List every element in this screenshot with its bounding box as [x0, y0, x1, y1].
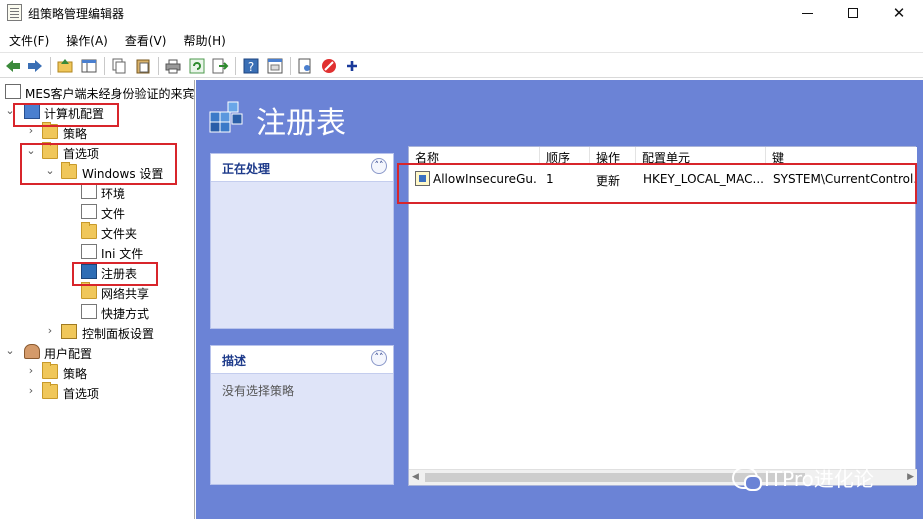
chevron-down-icon[interactable]: ⌄: [5, 345, 15, 357]
gpo-document-icon: [5, 84, 21, 99]
highlight-box: [13, 103, 119, 127]
folders-icon: [81, 222, 97, 239]
menu-action[interactable]: 操作(A): [57, 27, 116, 51]
tree-item-label: 网络共享: [101, 287, 150, 301]
close-icon: ✕: [892, 4, 906, 22]
stop-icon[interactable]: [320, 57, 338, 75]
tree-item-label: 文件: [101, 207, 126, 221]
tree-item-label: 策略: [63, 127, 88, 141]
folder-icon: [42, 382, 58, 399]
maximize-icon: [848, 8, 858, 18]
panel-header: 描述 ˄˄: [211, 346, 393, 374]
registry-items-list: 名称 顺序 操作 配置单元 键 AllowInsecureGu... 1 更新 …: [397, 146, 917, 486]
svg-text:?: ?: [248, 60, 254, 74]
minimize-button[interactable]: [784, 0, 830, 26]
window-title: 组策略管理编辑器: [28, 7, 125, 21]
panel-body: 没有选择策略: [222, 384, 295, 398]
wechat-icon: [732, 466, 762, 491]
ini-file-icon: [81, 244, 97, 259]
chevron-right-icon[interactable]: ›: [26, 365, 36, 377]
toolbar-separator: [235, 57, 236, 75]
description-panel: 描述 ˄˄ 没有选择策略: [210, 345, 394, 485]
collapse-icon[interactable]: ˄˄: [371, 350, 387, 366]
environment-icon: [81, 184, 97, 199]
processing-panel: 正在处理 ˄˄: [210, 153, 394, 329]
menu-bar: 文件(F) 操作(A) 查看(V) 帮助(H): [0, 27, 923, 51]
toolbar-separator: [104, 57, 105, 75]
menu-view[interactable]: 查看(V): [116, 27, 175, 51]
tree-item-label: 文件夹: [101, 227, 138, 241]
toolbar-separator: [290, 57, 291, 75]
tree-item-label: 控制面板设置: [82, 327, 155, 341]
control-panel-icon: [61, 324, 77, 339]
scroll-right-icon[interactable]: ▶: [907, 472, 914, 482]
user-icon: [24, 344, 40, 359]
scroll-left-icon[interactable]: ◀: [412, 472, 419, 482]
watermark: ITPro进化论: [732, 463, 874, 492]
collapse-icon[interactable]: ˄˄: [371, 158, 387, 174]
toolbar-separator: [50, 57, 51, 75]
panel-header: 正在处理 ˄˄: [211, 154, 393, 182]
folder-icon: [42, 362, 58, 379]
watermark-text: ITPro进化论: [764, 467, 874, 491]
panel-title: 正在处理: [222, 162, 271, 176]
up-folder-icon[interactable]: [56, 57, 74, 75]
add-icon[interactable]: [343, 57, 361, 75]
refresh-icon[interactable]: [188, 57, 206, 75]
highlight-box: [20, 143, 177, 185]
network-share-icon: [81, 282, 97, 299]
maximize-button[interactable]: [830, 0, 876, 26]
menu-file[interactable]: 文件(F): [0, 27, 57, 51]
close-button[interactable]: ✕: [876, 0, 922, 26]
title-bar: 组策略管理编辑器 ✕: [0, 0, 923, 26]
gpo-editor-window: 组策略管理编辑器 ✕ 文件(F) 操作(A) 查看(V) 帮助(H) ? MES…: [0, 0, 923, 519]
page-title: 注册表: [256, 106, 346, 141]
tree-item-label: 策略: [63, 367, 88, 381]
registry-icon: [209, 101, 243, 133]
copy-icon[interactable]: [110, 57, 128, 75]
help-icon[interactable]: ?: [242, 57, 260, 75]
app-icon: [7, 4, 22, 21]
highlight-box: [397, 163, 917, 204]
chevron-right-icon[interactable]: ›: [45, 325, 55, 337]
show-hide-tree-icon[interactable]: [80, 57, 98, 75]
highlight-box: [72, 262, 158, 286]
back-arrow-icon[interactable]: [4, 57, 22, 75]
files-icon: [81, 204, 97, 219]
toolbar: ?: [0, 52, 923, 78]
tree-item-label: 快捷方式: [101, 307, 150, 321]
console-tree: MES客户端未经身份验证的来宾 ⌄ 计算机配置 › 策略 ⌄ 首选项 ⌄ Win…: [0, 80, 195, 519]
panel-title: 描述: [222, 354, 247, 368]
toolbar-separator: [158, 57, 159, 75]
tree-item-label: 首选项: [63, 387, 100, 401]
tree-item-label: 环境: [101, 187, 126, 201]
shortcut-icon: [81, 304, 97, 319]
forward-arrow-icon[interactable]: [26, 57, 44, 75]
tree-item-label: Ini 文件: [101, 247, 144, 261]
print-icon[interactable]: [164, 57, 182, 75]
details-pane: 注册表 正在处理 ˄˄ 描述 ˄˄ 没有选择策略 名称 顺序 操作 配置单元 键: [196, 80, 923, 519]
tree-item-label: 用户配置: [44, 347, 93, 361]
properties-icon[interactable]: [266, 57, 284, 75]
chevron-right-icon[interactable]: ›: [26, 385, 36, 397]
minimize-icon: [801, 12, 813, 14]
menu-help[interactable]: 帮助(H): [174, 27, 233, 51]
paste-icon[interactable]: [134, 57, 152, 75]
export-list-icon[interactable]: [211, 57, 229, 75]
new-item-icon[interactable]: [296, 57, 314, 75]
tree-item-label: MES客户端未经身份验证的来宾: [25, 87, 195, 101]
